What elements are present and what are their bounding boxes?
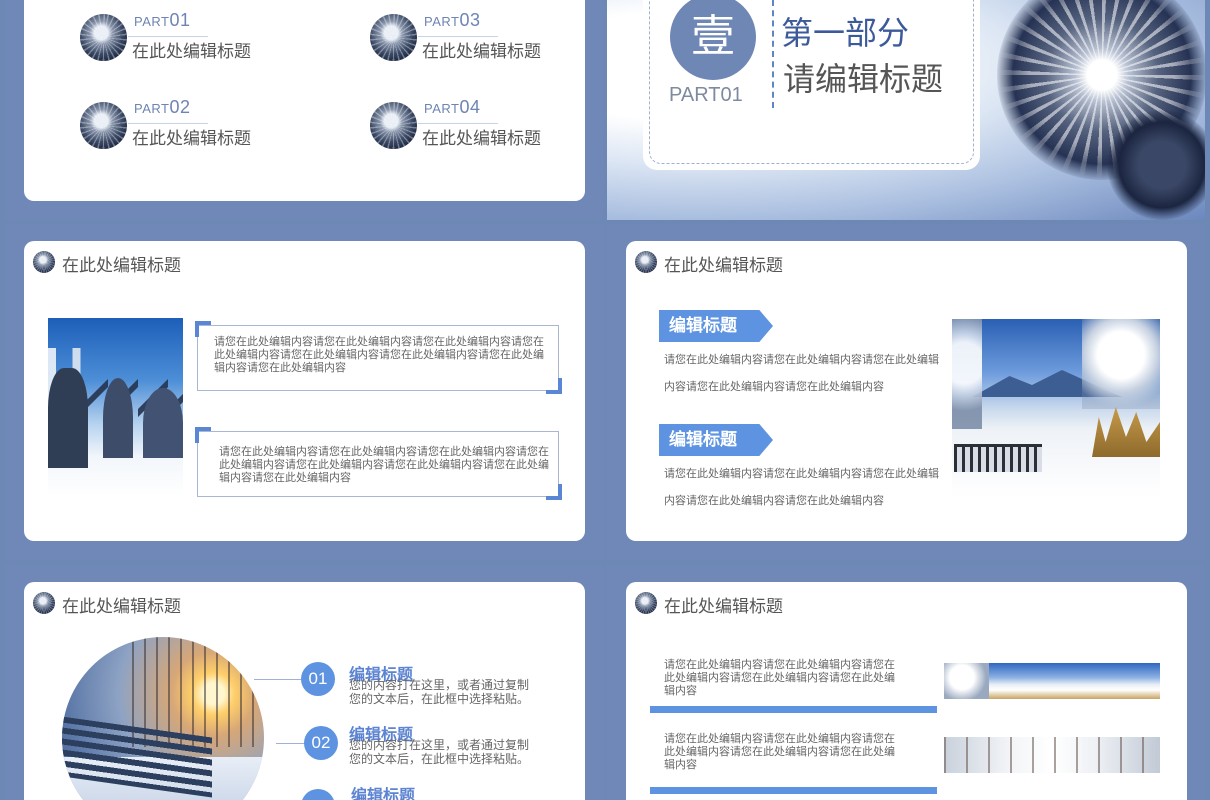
- slide-title: 在此处编辑标题: [62, 597, 181, 617]
- snow-tree-right: [1082, 319, 1160, 409]
- section-part-label: PART01: [669, 84, 743, 106]
- part-03-thumb: [370, 14, 417, 61]
- tree-trunks: [944, 737, 1160, 773]
- frame-corner: [195, 321, 211, 337]
- dry-grass: [1092, 407, 1160, 457]
- snowy-lake-photo: [952, 319, 1160, 497]
- slide-title: 在此处编辑标题: [664, 597, 783, 617]
- part-02-tag: PART02: [134, 97, 191, 117]
- row-1-line-1: 请您在此处编辑内容请您在此处编辑内容请您在: [664, 658, 895, 671]
- snowy-forest-photo: [48, 318, 183, 496]
- section-title-line2: 请编辑标题: [783, 60, 944, 98]
- part-04-tag: PART04: [424, 97, 481, 117]
- slide-5-card: 在此处编辑标题 01 编辑标题 您的内容打在这里，或者通过复制 您的文本后，在此…: [24, 582, 585, 800]
- frame-corner: [195, 427, 211, 443]
- snow-tree-left: [952, 319, 982, 429]
- part-03-title: 在此处编辑标题: [422, 42, 541, 62]
- item-number-01: 01: [301, 662, 335, 696]
- slide-1[interactable]: PART01 在此处编辑标题 PART02 在此处编辑标题 PART03 在此处…: [5, 0, 603, 220]
- section-2-line-1: 请您在此处编辑内容请您在此处编辑内容请您在此处编辑: [664, 467, 939, 480]
- item-number-03: [301, 789, 335, 800]
- header-thumb-icon: [635, 251, 657, 273]
- item-02-line-2: 您的文本后，在此框中选择粘贴。: [349, 752, 530, 766]
- item-01-line-1: 您的内容打在这里，或者通过复制: [349, 678, 530, 692]
- slide-5[interactable]: 在此处编辑标题 01 编辑标题 您的内容打在这里，或者通过复制 您的文本后，在此…: [5, 565, 603, 800]
- part-03-tag: PART03: [424, 10, 481, 30]
- section-label-1: 编辑标题: [659, 310, 773, 342]
- forest-silhouette: [103, 378, 133, 458]
- section-1-line-1: 请您在此处编辑内容请您在此处编辑内容请您在此处编辑: [664, 353, 939, 366]
- row-1-line-3: 辑内容: [664, 684, 697, 697]
- slide-2[interactable]: 壹 PART01 第一部分 请编辑标题: [607, 0, 1205, 220]
- row-2-forest-path-photo: [944, 737, 1160, 773]
- vertical-dashed-line: [772, 0, 774, 108]
- header-thumb-icon: [33, 251, 55, 273]
- item-01-line-2: 您的文本后，在此框中选择粘贴。: [349, 692, 530, 706]
- slide-3[interactable]: 在此处编辑标题 请您在此处编辑内容请您在此处编辑内容请您在此处编辑内容请您在此处…: [5, 224, 603, 560]
- row-2-line-1: 请您在此处编辑内容请您在此处编辑内容请您在: [664, 732, 895, 745]
- slide-6-card: 在此处编辑标题 请您在此处编辑内容请您在此处编辑内容请您在 此处编辑内容请您在此…: [626, 582, 1187, 800]
- slide-title: 在此处编辑标题: [62, 256, 181, 276]
- part-04-title: 在此处编辑标题: [422, 129, 541, 149]
- part-02-thumb: [80, 102, 127, 149]
- connector-line: [254, 679, 304, 680]
- section-title-line1: 第一部分: [781, 14, 910, 52]
- item-03-title: 编辑标题: [351, 786, 416, 800]
- slide-4-card: 在此处编辑标题 编辑标题 请您在此处编辑内容请您在此处编辑内容请您在此处编辑 内…: [626, 241, 1187, 541]
- row-1-line-2: 此处编辑内容请您在此处编辑内容请您在此处编: [664, 671, 895, 684]
- forest-silhouette: [48, 368, 88, 468]
- part-01-title: 在此处编辑标题: [132, 42, 251, 62]
- part-01-tag: PART01: [134, 10, 191, 30]
- row-2-line-2: 此处编辑内容请您在此处编辑内容请您在此处编: [664, 745, 895, 758]
- section-2-line-2: 内容请您在此处编辑内容请您在此处编辑内容: [664, 494, 884, 507]
- section-label-2: 编辑标题: [659, 424, 773, 456]
- header-thumb-icon: [635, 592, 657, 614]
- frost-flower-small: [1107, 110, 1205, 220]
- text-box-1-content: 请您在此处编辑内容请您在此处编辑内容请您在此处编辑内容请您在此处编辑内容请您在此…: [214, 335, 544, 374]
- frame-corner: [546, 484, 562, 500]
- row-2-line-3: 辑内容: [664, 758, 697, 771]
- part-02-title: 在此处编辑标题: [132, 129, 251, 149]
- section-1-line-2: 内容请您在此处编辑内容请您在此处编辑内容: [664, 380, 884, 393]
- snow-trees: [944, 663, 989, 699]
- slide-1-card: PART01 在此处编辑标题 PART02 在此处编辑标题 PART03 在此处…: [24, 0, 585, 201]
- part-04-thumb: [370, 102, 417, 149]
- slide-3-card: 在此处编辑标题 请您在此处编辑内容请您在此处编辑内容请您在此处编辑内容请您在此处…: [24, 241, 585, 541]
- header-thumb-icon: [33, 592, 55, 614]
- item-number-02: 02: [304, 726, 338, 760]
- slide-6[interactable]: 在此处编辑标题 请您在此处编辑内容请您在此处编辑内容请您在 此处编辑内容请您在此…: [607, 565, 1205, 800]
- slide-title: 在此处编辑标题: [664, 256, 783, 276]
- forest-silhouette: [143, 388, 183, 458]
- row-2-accent-bar: [650, 787, 937, 794]
- item-02-line-1: 您的内容打在这里，或者通过复制: [349, 738, 530, 752]
- connector-line: [276, 743, 306, 744]
- row-1-accent-bar: [650, 706, 937, 713]
- frame-corner: [546, 378, 562, 394]
- slide-4[interactable]: 在此处编辑标题 编辑标题 请您在此处编辑内容请您在此处编辑内容请您在此处编辑 内…: [607, 224, 1205, 560]
- text-box-2-content: 请您在此处编辑内容请您在此处编辑内容请您在此处编辑内容请您在此处编辑内容请您在此…: [219, 445, 549, 484]
- row-1-lake-photo: [944, 663, 1160, 699]
- part-01-thumb: [80, 14, 127, 61]
- fence: [954, 444, 1042, 472]
- section-card: 壹 PART01 第一部分 请编辑标题: [643, 0, 980, 170]
- sunset-bench-photo: [62, 637, 264, 800]
